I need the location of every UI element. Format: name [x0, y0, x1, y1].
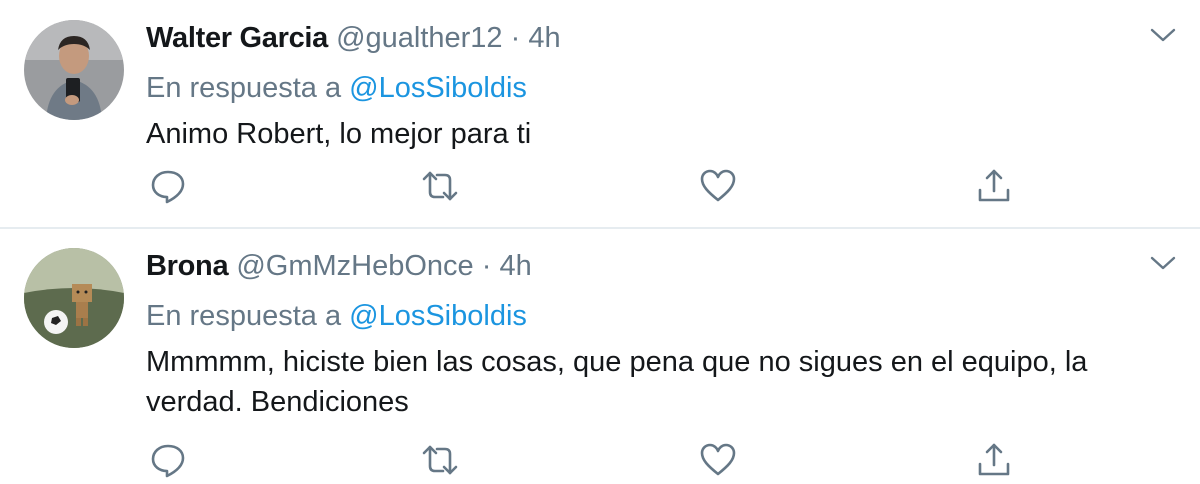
reply-context: En respuesta a @LosSiboldis: [146, 66, 1170, 110]
share-icon[interactable]: [974, 440, 1014, 480]
like-icon[interactable]: [698, 440, 738, 480]
action-bar: [146, 440, 1026, 480]
display-name[interactable]: Walter Garcia: [146, 22, 328, 54]
timestamp[interactable]: 4h: [528, 22, 560, 54]
reply-icon[interactable]: [148, 440, 188, 480]
action-bar: [146, 166, 1026, 206]
avatar[interactable]: [24, 248, 124, 348]
tweet[interactable]: Brona @GmMzHebOnce · 4h En respuesta a @…: [0, 228, 1200, 484]
reply-feed: Walter Garcia @gualther12 · 4h En respue…: [0, 0, 1200, 484]
chevron-down-icon[interactable]: [1148, 252, 1178, 274]
tweet[interactable]: Walter Garcia @gualther12 · 4h En respue…: [0, 0, 1200, 228]
reply-mention-link[interactable]: @LosSiboldis: [349, 300, 527, 332]
reply-icon[interactable]: [148, 166, 188, 206]
timestamp[interactable]: 4h: [499, 250, 531, 282]
retweet-icon[interactable]: [420, 440, 460, 480]
display-name[interactable]: Brona: [146, 250, 229, 282]
like-icon[interactable]: [698, 166, 738, 206]
user-handle[interactable]: @GmMzHebOnce: [236, 250, 473, 282]
avatar[interactable]: [24, 20, 124, 120]
chevron-down-icon[interactable]: [1148, 24, 1178, 46]
tweet-header: Brona @GmMzHebOnce · 4h: [146, 246, 1170, 290]
reply-prefix: En respuesta a: [146, 300, 342, 332]
separator-dot: ·: [481, 250, 492, 282]
retweet-icon[interactable]: [420, 166, 460, 206]
tweet-text: Animo Robert, lo mejor para ti: [146, 118, 532, 150]
tweet-text: Mmmmm, hiciste bien las cosas, que pena …: [146, 346, 1088, 418]
reply-context: En respuesta a @LosSiboldis: [146, 294, 1170, 338]
user-handle[interactable]: @gualther12: [336, 22, 503, 54]
reply-prefix: En respuesta a: [146, 72, 342, 104]
reply-mention-link[interactable]: @LosSiboldis: [349, 72, 527, 104]
separator-dot: ·: [510, 22, 521, 54]
share-icon[interactable]: [974, 166, 1014, 206]
tweet-header: Walter Garcia @gualther12 · 4h: [146, 18, 1170, 62]
